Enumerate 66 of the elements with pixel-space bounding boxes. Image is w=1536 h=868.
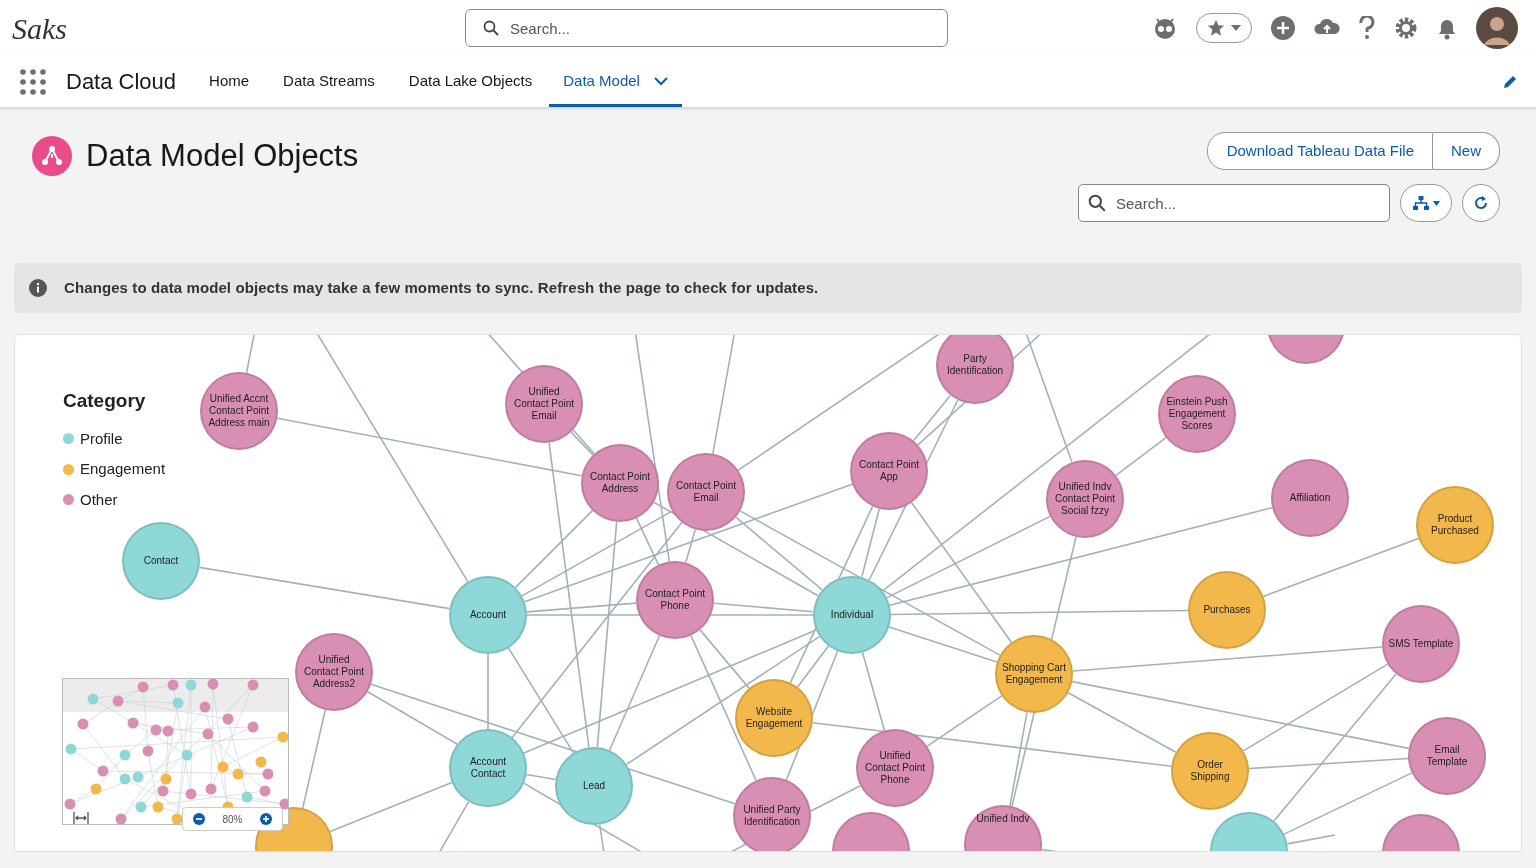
data-model-icon (32, 136, 72, 176)
entity-node[interactable]: Purchases (1188, 571, 1266, 649)
download-button[interactable]: Download Tableau Data File (1206, 132, 1433, 170)
page-title: Data Model Objects (86, 136, 359, 175)
plus-icon[interactable] (1270, 15, 1296, 41)
entity-node[interactable]: Order Shipping (1171, 732, 1249, 810)
entity-node[interactable]: Account (449, 576, 527, 654)
app-launcher-icon[interactable] (20, 68, 46, 95)
star-icon (1207, 19, 1225, 37)
entity-node[interactable]: Website Engagement (735, 679, 813, 757)
entity-node[interactable]: Unified Accnt Contact Point Address main (200, 372, 278, 450)
entity-node[interactable]: Unified Indv Contact Point Social fzzy (1046, 460, 1124, 538)
entity-node[interactable]: Party Identification (936, 335, 1014, 404)
refresh-button[interactable] (1462, 184, 1500, 222)
entity-node[interactable]: Email Template (1408, 717, 1486, 795)
entity-node[interactable]: Contact (122, 522, 200, 600)
hierarchy-icon (1412, 196, 1429, 210)
caret-icon (1231, 25, 1241, 31)
entity-node[interactable]: Contact Point Address (581, 444, 659, 522)
legend-title: Category (63, 389, 147, 413)
nav-tab[interactable]: Data Model (549, 56, 682, 107)
brand-logo[interactable]: Saks (12, 5, 432, 51)
relationship-line (245, 335, 256, 374)
entity-node[interactable]: Contact Point App (850, 432, 928, 510)
search-icon (1088, 194, 1106, 212)
entity-node[interactable]: Contact Point Phone (636, 561, 714, 639)
nav-tab[interactable]: Data Streams (266, 56, 392, 107)
caret-icon (1432, 200, 1440, 206)
entity-node[interactable]: Unified Contact Point Address2 (295, 633, 373, 711)
avatar-icon[interactable] (1476, 7, 1518, 49)
new-button[interactable]: New (1433, 132, 1500, 170)
banner-message: Changes to data model objects may take a few moments to sync. Refresh the page to check for updates. (64, 277, 819, 298)
entity-node[interactable]: Unified Contact Point Email (505, 365, 583, 443)
entity-node[interactable]: Einstein Push Engagement Scores (1158, 375, 1236, 453)
zoom-out-icon[interactable] (193, 813, 205, 825)
settings-icon[interactable] (1394, 16, 1418, 40)
info-icon (28, 278, 48, 298)
entity-node[interactable]: Product Purchased (1416, 486, 1494, 564)
app-name: Data Cloud (66, 68, 177, 96)
search-field[interactable]: Search... (465, 9, 948, 47)
nav-tab[interactable]: Data Lake Objects (391, 56, 550, 107)
entity-node[interactable]: Shopping Cart Engagement (995, 635, 1073, 713)
entity-node[interactable]: Affiliation (1271, 459, 1349, 537)
entity-node[interactable]: Contact Point Email (667, 453, 745, 531)
legend-label: Engagement (80, 459, 166, 479)
legend-label: Profile (80, 428, 123, 449)
robot-icon[interactable] (1152, 16, 1178, 40)
search-icon (483, 20, 499, 36)
legend-label: Other (80, 489, 118, 510)
pencil-icon[interactable] (1502, 73, 1518, 90)
search-field[interactable]: Search... (1078, 184, 1390, 222)
graph-view-button[interactable] (1400, 184, 1452, 222)
chevron-down-icon[interactable] (653, 77, 668, 86)
entity-node[interactable]: Unified Indv (964, 805, 1042, 851)
entity-node[interactable]: SMS Template (1382, 605, 1460, 683)
fit-to-view-icon[interactable] (73, 811, 89, 825)
nav-tab[interactable]: Home (192, 56, 267, 107)
entity-node[interactable]: Unified Party Identification (733, 777, 811, 851)
zoom-level: 80% (222, 812, 243, 827)
entity-node[interactable]: Lead (555, 747, 633, 825)
zoom-in-icon[interactable] (260, 813, 272, 825)
help-icon[interactable] (1358, 16, 1376, 40)
entity-node[interactable]: Unified Contact Point Phone (856, 729, 934, 807)
entity-node[interactable]: Account Contact (449, 729, 527, 807)
refresh-icon (1473, 195, 1489, 211)
entity-node[interactable]: Individual (813, 576, 891, 654)
